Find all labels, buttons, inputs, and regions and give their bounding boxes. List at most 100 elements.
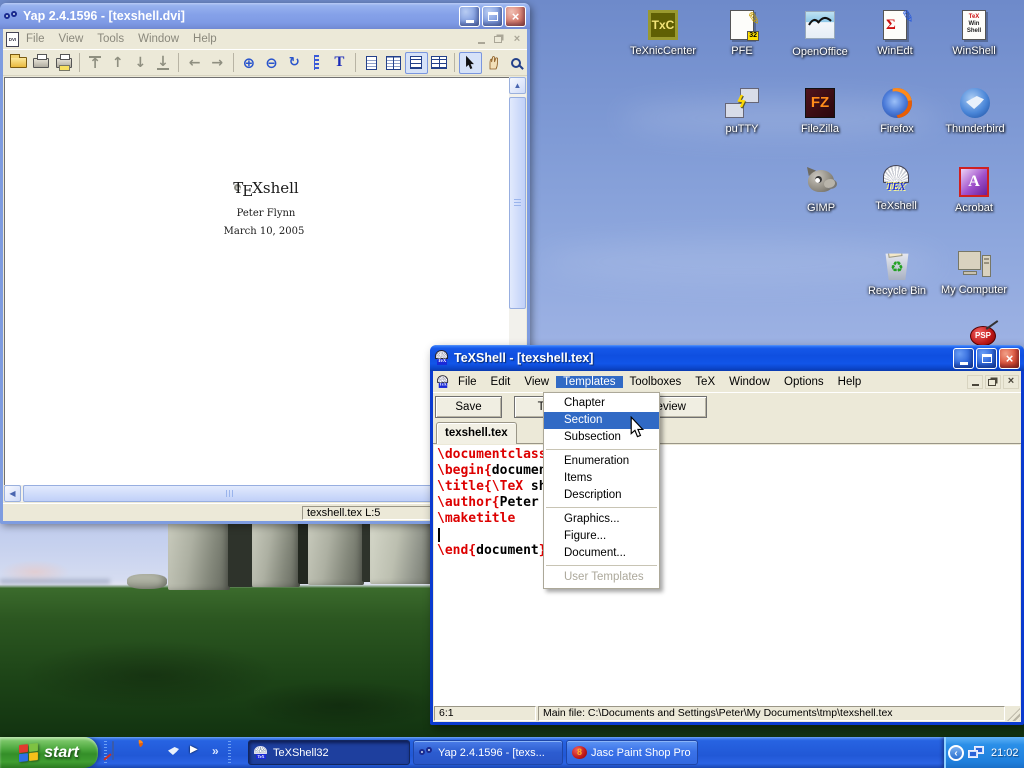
yap-menu-file[interactable]: File xyxy=(19,33,52,45)
first-page-button[interactable]: ↑ xyxy=(84,52,107,74)
texshell-menu-tex[interactable]: TeX xyxy=(688,376,722,388)
desktop-icon-label: WinEdt xyxy=(856,45,934,57)
mdi-close-button[interactable]: × xyxy=(1003,375,1019,389)
desktop-icon-filezilla[interactable]: FZFileZilla xyxy=(781,86,859,135)
desktop-icon-firefox[interactable]: Firefox xyxy=(858,86,936,135)
yap-menu-tools[interactable]: Tools xyxy=(90,33,131,45)
page-continuous-button[interactable] xyxy=(405,52,428,74)
taskbar-button-label: TeXShell32 xyxy=(273,747,329,759)
vertical-scroll-thumb[interactable] xyxy=(509,97,526,309)
templates-menu-item-chapter[interactable]: Chapter xyxy=(544,395,659,412)
page-continuous-facing-button[interactable] xyxy=(428,52,451,74)
taskbar-button-yap[interactable]: Yap 2.4.1596 - [texs... xyxy=(413,740,563,765)
yap-titlebar[interactable]: Yap 2.4.1596 - [texshell.dvi] × xyxy=(0,3,530,29)
mdi-minimize-button[interactable] xyxy=(967,375,983,389)
desktop-icon-thunderbird[interactable]: Thunderbird xyxy=(936,86,1014,135)
texshell-menu-edit[interactable]: Edit xyxy=(484,376,518,388)
forward-button[interactable]: → xyxy=(206,52,229,74)
texshell-menu-templates[interactable]: Templates xyxy=(556,376,622,388)
quicklaunch-thunderbird[interactable] xyxy=(164,742,185,763)
tex-source-editor[interactable]: \documentclass{article}\begin{document}\… xyxy=(434,445,1020,706)
maximize-button[interactable] xyxy=(976,348,997,369)
templates-menu-item-graphics[interactable]: Graphics... xyxy=(544,511,659,528)
templates-menu-item-enumeration[interactable]: Enumeration xyxy=(544,453,659,470)
ruler-icon xyxy=(314,55,319,70)
quicklaunch-show-desktop[interactable] xyxy=(112,742,133,763)
quick-launch-chevron[interactable]: » xyxy=(212,741,219,761)
save-button[interactable]: Save xyxy=(435,396,502,418)
texshell-toolbar: SaveTeXPreview xyxy=(433,392,1021,420)
editor-line: \maketitle xyxy=(437,511,1020,527)
mdi-restore-button[interactable] xyxy=(491,32,507,46)
mdi-minimize-button[interactable] xyxy=(473,32,489,46)
scroll-left-button[interactable]: ◀ xyxy=(4,485,21,502)
desktop-icon-openoffice[interactable]: OpenOffice xyxy=(781,8,859,58)
windows-logo-icon xyxy=(19,742,39,762)
paintshop-icon: 8 xyxy=(572,746,587,759)
templates-menu-item-document[interactable]: Document... xyxy=(544,545,659,562)
start-button[interactable]: start xyxy=(0,737,98,768)
mdi-restore-button[interactable] xyxy=(985,375,1001,389)
quicklaunch-media-player[interactable]: ▶ xyxy=(190,742,211,763)
text-select-button[interactable]: T xyxy=(328,52,351,74)
print-button[interactable] xyxy=(30,52,53,74)
open-button[interactable] xyxy=(7,52,30,74)
first-page-icon: ↑ xyxy=(89,56,101,70)
templates-menu-item-figure[interactable]: Figure... xyxy=(544,528,659,545)
texshell-menu-options[interactable]: Options xyxy=(777,376,831,388)
maximize-button[interactable] xyxy=(482,6,503,27)
menu-separator xyxy=(546,449,657,450)
taskbar: start ▶ » TeXTeXShell32Yap 2.4.1596 - [t… xyxy=(0,737,1024,768)
desktop-icon-winshell[interactable]: TeXWinShellWinShell xyxy=(935,8,1013,57)
texshell-menu-toolboxes[interactable]: Toolboxes xyxy=(623,376,689,388)
tab-texshell-tex[interactable]: texshell.tex xyxy=(436,422,517,444)
desktop-icon-texshell[interactable]: TEXTeXshell xyxy=(857,165,935,212)
yap-menu-view[interactable]: View xyxy=(52,33,91,45)
yap-menu-help[interactable]: Help xyxy=(186,33,224,45)
taskbar-button-psp[interactable]: 8Jasc Paint Shop Pro xyxy=(566,740,698,765)
page-single-button[interactable] xyxy=(360,52,383,74)
horizontal-scroll-thumb[interactable] xyxy=(23,485,437,502)
texshell-titlebar[interactable]: TeX TeXShell - [texshell.tex] × xyxy=(430,345,1024,371)
desktop-icon-putty[interactable]: ϟpuTTY xyxy=(703,86,781,135)
texshell-menu-help[interactable]: Help xyxy=(831,376,869,388)
ruler-button[interactable] xyxy=(305,52,328,74)
desktop-icon-mycomputer[interactable]: My Computer xyxy=(935,248,1013,296)
editor-line: \author{Peter Flynn} xyxy=(437,495,1020,511)
last-page-button[interactable]: ↓ xyxy=(152,52,175,74)
magnifier-tool-button[interactable] xyxy=(504,52,527,74)
back-button[interactable]: ← xyxy=(183,52,206,74)
texshell-menu-file[interactable]: File xyxy=(451,376,484,388)
scroll-up-button[interactable]: ▲ xyxy=(509,77,526,94)
desktop-icon-recyclebin[interactable]: ♻Recycle Bin xyxy=(858,248,936,297)
resize-grip[interactable] xyxy=(1007,708,1020,721)
zoom-in-button[interactable]: ⊕ xyxy=(238,52,261,74)
minimize-button[interactable] xyxy=(953,348,974,369)
close-button[interactable]: × xyxy=(505,6,526,27)
templates-menu-item-items[interactable]: Items xyxy=(544,470,659,487)
prev-page-button[interactable]: ↑ xyxy=(106,52,129,74)
zoom-out-button[interactable]: ⊖ xyxy=(260,52,283,74)
close-button[interactable]: × xyxy=(999,348,1020,369)
texshell-menu-view[interactable]: View xyxy=(517,376,556,388)
network-tray-icon[interactable] xyxy=(968,745,986,761)
refresh-button[interactable]: ↻ xyxy=(283,52,306,74)
yap-menu-window[interactable]: Window xyxy=(131,33,186,45)
page-facing-button[interactable] xyxy=(382,52,405,74)
texshell-menu-window[interactable]: Window xyxy=(722,376,777,388)
next-page-button[interactable]: ↓ xyxy=(129,52,152,74)
pointer-tool-button[interactable] xyxy=(459,52,482,74)
minimize-button[interactable] xyxy=(459,6,480,27)
tray-collapse-chevron[interactable]: ‹ xyxy=(948,745,964,761)
desktop-icon-pfe[interactable]: ✎32PFE xyxy=(703,8,781,57)
mdi-close-button[interactable]: × xyxy=(509,32,525,46)
desktop-icon-winedt[interactable]: Σ✎WinEdt xyxy=(856,8,934,57)
quicklaunch-firefox[interactable] xyxy=(138,742,159,763)
desktop-icon-texniccenter[interactable]: TxCTeXnicCenter xyxy=(624,8,702,57)
desktop-icon-gimp[interactable]: GIMP xyxy=(782,165,860,214)
taskbar-button-texshell[interactable]: TeXTeXShell32 xyxy=(248,740,410,765)
hand-tool-button[interactable] xyxy=(482,52,505,74)
templates-menu-item-description[interactable]: Description xyxy=(544,487,659,504)
print-preview-button[interactable] xyxy=(52,52,75,74)
desktop-icon-acrobat[interactable]: AAcrobat xyxy=(935,165,1013,214)
